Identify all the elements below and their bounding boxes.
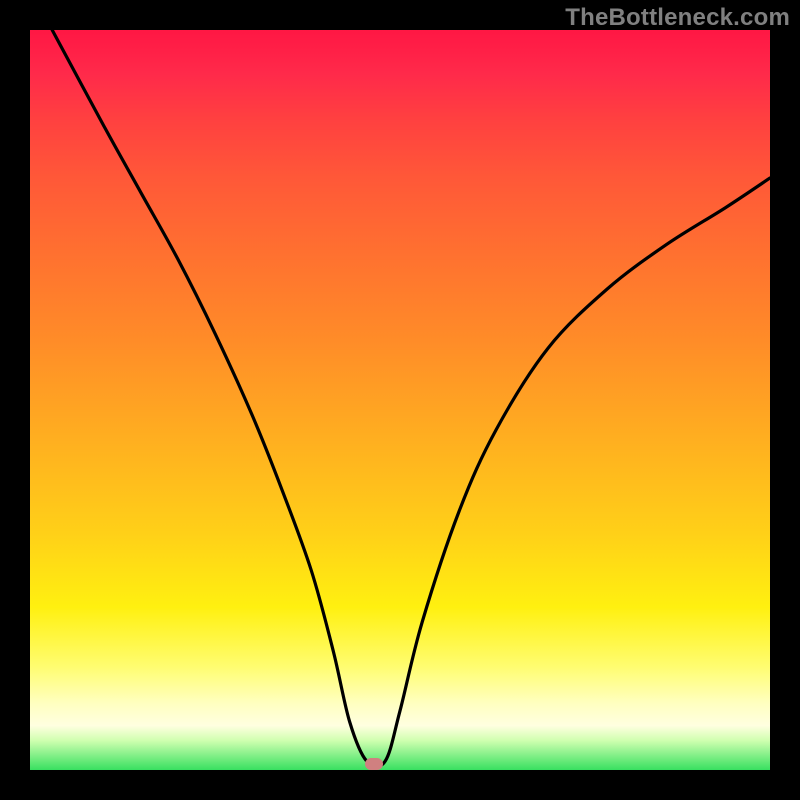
watermark-text: TheBottleneck.com xyxy=(565,4,790,32)
bottleneck-curve xyxy=(30,30,770,770)
plot-area xyxy=(30,30,770,770)
optimum-marker-icon xyxy=(365,758,383,770)
chart-frame: TheBottleneck.com xyxy=(0,0,800,800)
